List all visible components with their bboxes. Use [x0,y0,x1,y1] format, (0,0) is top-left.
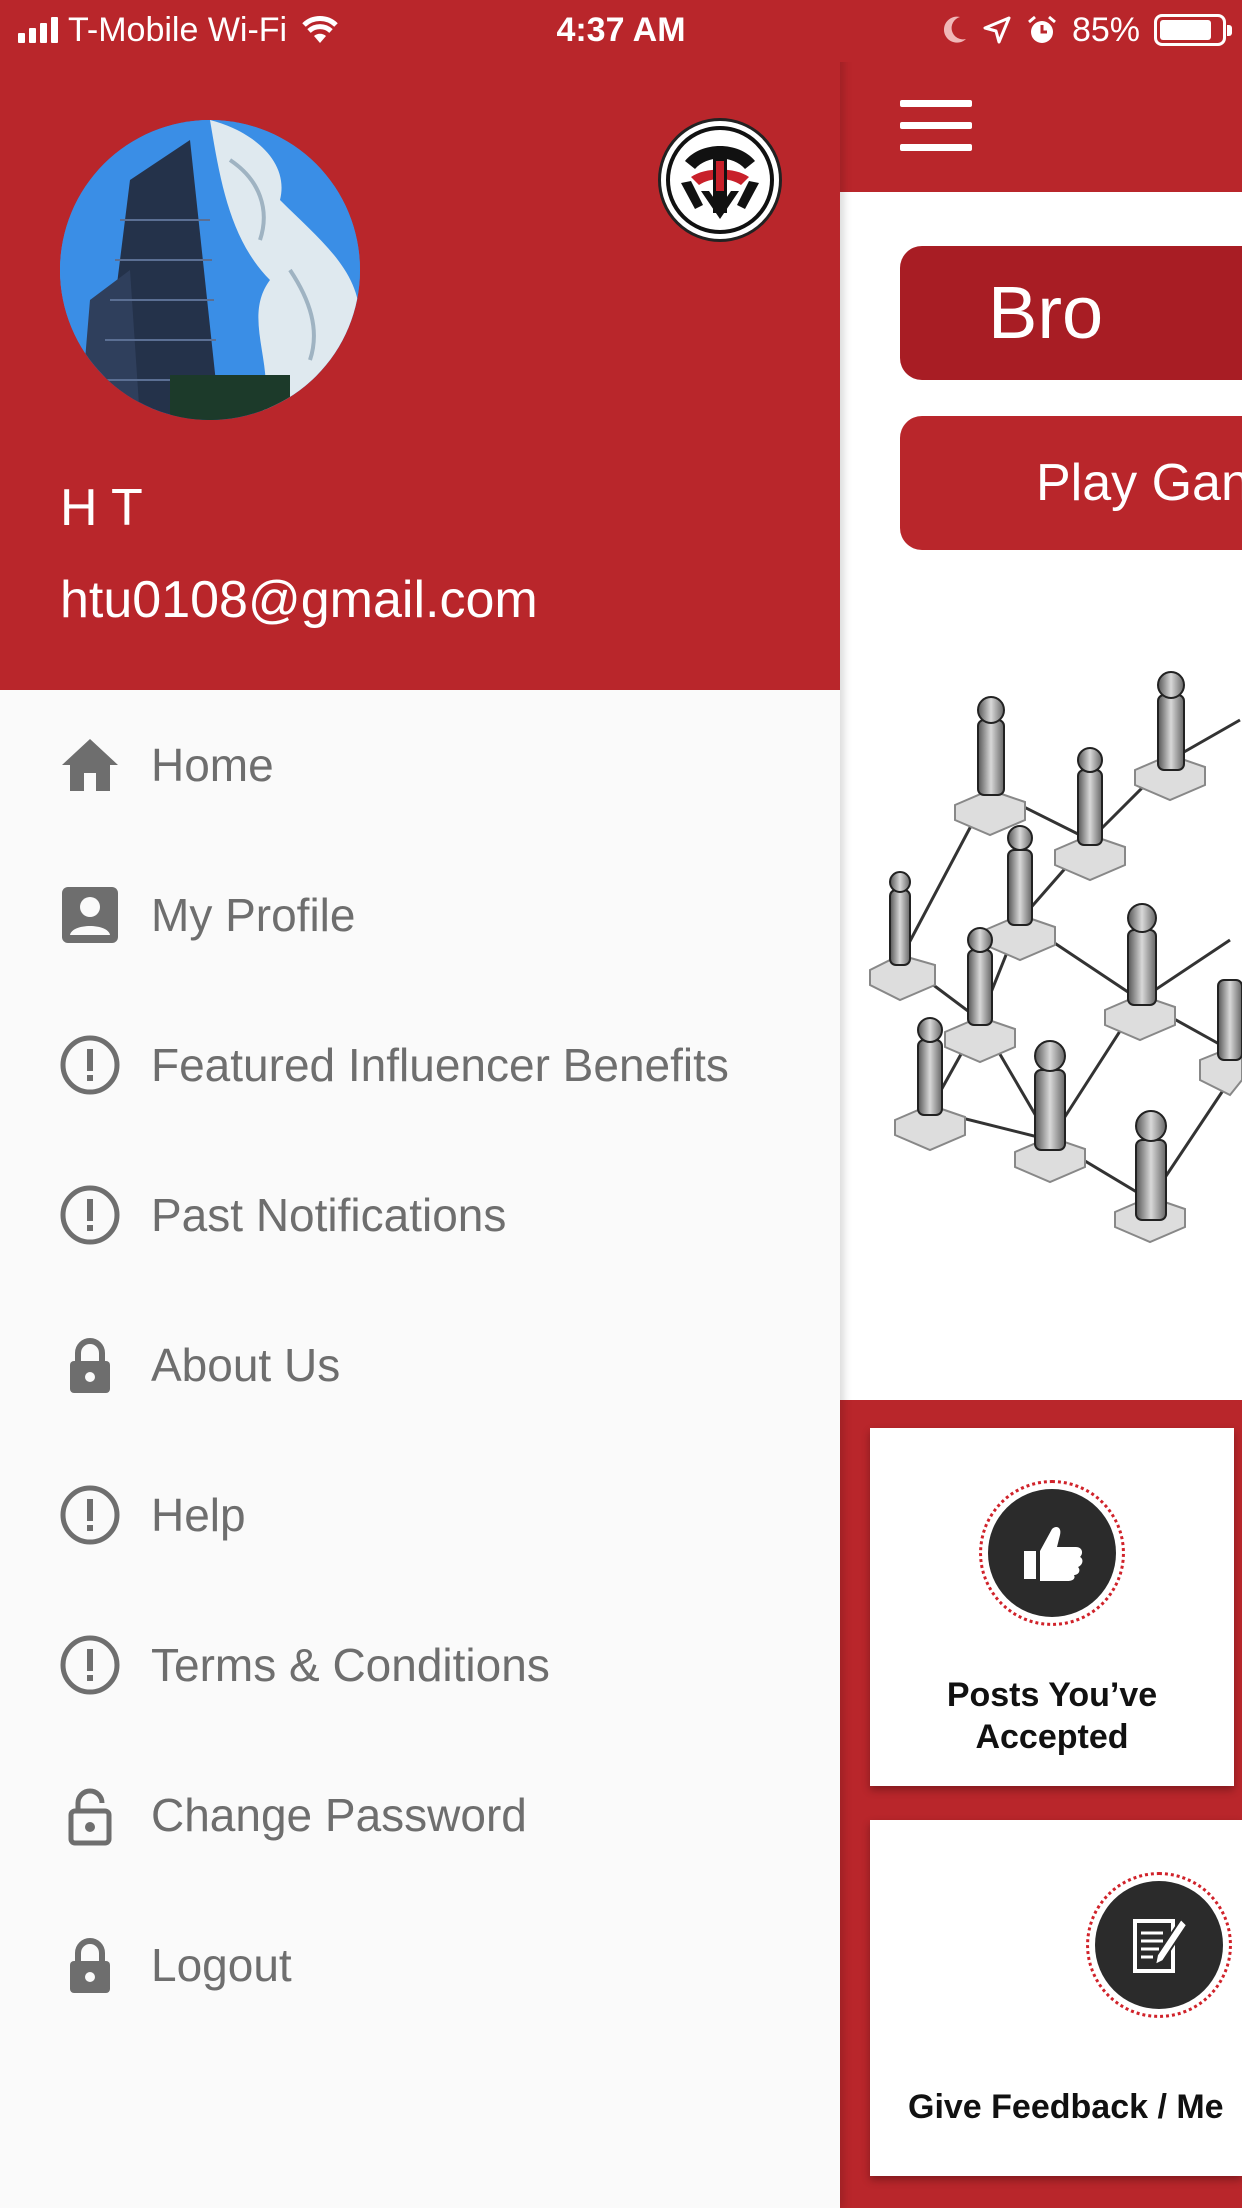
card-label: Give Feedback / Me [908,2088,1224,2126]
alarm-icon [1027,15,1056,43]
menu-item-about-us[interactable]: About Us [0,1290,840,1440]
location-icon [983,16,1011,44]
primary-action-button[interactable]: Bro [900,246,1242,380]
menu-item-help[interactable]: Help [0,1440,840,1590]
card-label: Posts You’ve Accepted [946,1676,1158,1756]
menu-item-label: Logout [151,1939,292,1991]
moon-icon [943,16,966,43]
lock-icon [70,1338,110,1393]
menu-item-label: Featured Influencer Benefits [151,1039,729,1091]
menu-item-label: Terms & Conditions [151,1639,550,1691]
menu-item-logout[interactable]: Logout [0,1890,840,2040]
menu-item-label: Help [151,1489,246,1541]
menu-item-terms-conditions[interactable]: Terms & Conditions [0,1590,840,1740]
alert-circle-icon [60,1185,120,1245]
brand-logo [658,118,782,242]
menu-item-my-profile[interactable]: My Profile [0,840,840,990]
alert-circle-icon [60,1635,120,1695]
menu-item-label: Change Password [151,1789,527,1841]
menu-item-past-notifications[interactable]: Past Notifications [0,1140,840,1290]
user-email: htu0108@gmail.com [60,571,538,629]
menu-item-label: About Us [151,1339,341,1391]
lock-open-icon [68,1788,112,1846]
menu-item-label: My Profile [151,889,356,941]
main-content: Bro Play Gan Posts You’ve Accepted Give … [840,0,1242,2208]
user-name: H T [60,479,143,537]
status-bar: T-Mobile Wi-Fi 4:37 AM 85% [0,0,1242,62]
feedback-icon [1086,1872,1232,2018]
alert-circle-icon [60,1485,120,1545]
network-illustration [869,671,1242,1244]
profile-icon [62,887,118,943]
battery-percent: 85% [1071,11,1140,49]
play-game-button[interactable]: Play Gan [900,416,1242,550]
drawer-header: H T htu0108@gmail.com [0,0,840,690]
menu-item-change-password[interactable]: Change Password [0,1740,840,1890]
menu-icon[interactable] [900,100,972,152]
menu-item-label: Home [151,739,274,791]
menu-item-featured-influencer-benefits[interactable]: Featured Influencer Benefits [0,990,840,1140]
alert-circle-icon [60,1035,120,1095]
battery-icon [1154,14,1232,46]
app-toolbar [840,62,1242,192]
menu-item-label: Past Notifications [151,1189,507,1241]
drawer-menu: Home My Profile Featured Influencer Bene… [0,690,840,2040]
thumbs-up-icon [979,1480,1125,1626]
navigation-drawer: H T htu0108@gmail.com Home My Profile Fe… [0,0,840,2208]
lock-icon [70,1938,110,1993]
home-icon [62,739,118,791]
give-feedback-card[interactable]: Give Feedback / Me [870,1820,1242,2176]
menu-item-home[interactable]: Home [0,690,840,840]
posts-accepted-card[interactable]: Posts You’ve Accepted [870,1428,1234,1786]
avatar[interactable] [60,120,360,420]
